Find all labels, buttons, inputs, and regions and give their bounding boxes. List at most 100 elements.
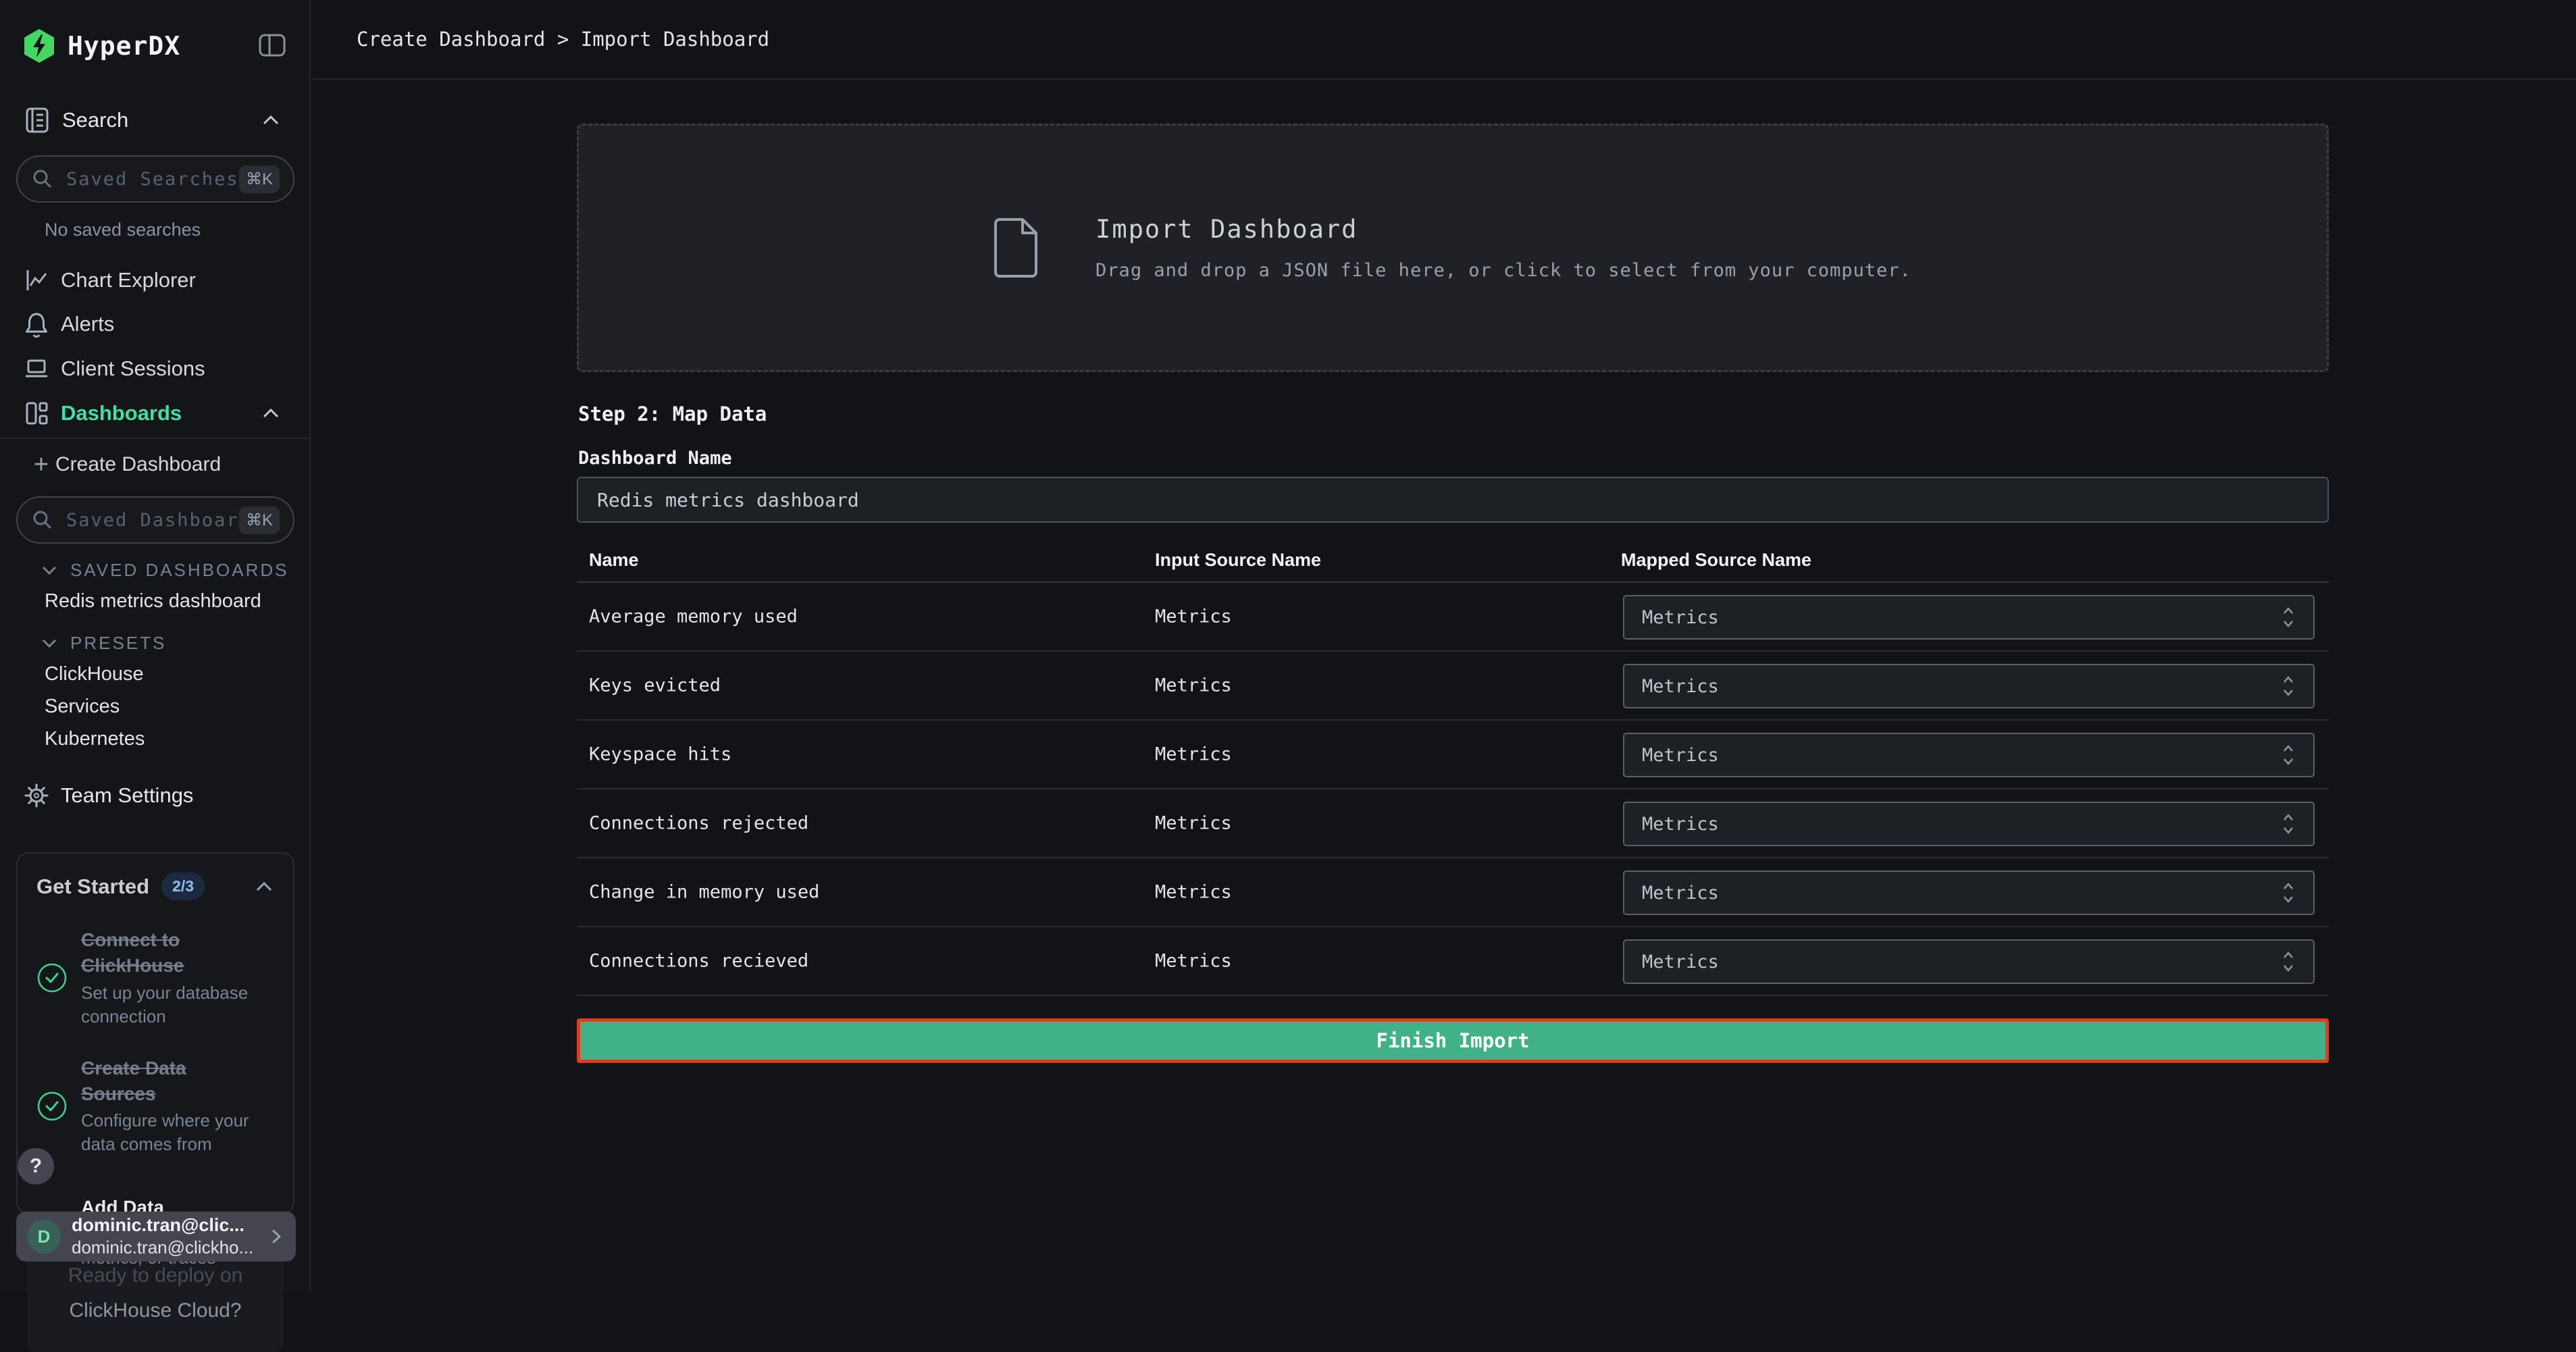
journal-icon	[23, 106, 51, 134]
dropzone-subtitle: Drag and drop a JSON file here, or click…	[1096, 260, 1911, 281]
select-chevrons-icon	[2281, 674, 2296, 698]
sidebar-item-chart-explorer[interactable]: Chart Explorer	[16, 260, 294, 301]
column-header-mapped-source: Mapped Source Name	[1621, 550, 1811, 571]
user-name: dominic.tran@clic...	[72, 1215, 253, 1236]
check-circle-icon	[36, 1091, 68, 1122]
nav-label: Dashboards	[61, 401, 182, 425]
bell-icon	[23, 311, 50, 338]
row-input-source: Metrics	[1155, 744, 1232, 765]
sidebar-collapse-icon[interactable]	[257, 30, 288, 61]
check-circle-icon	[36, 962, 68, 993]
row-name: Change in memory used	[589, 882, 819, 903]
sidebar: HyperDX Search Saved Searches ⌘K No save…	[0, 0, 311, 1293]
select-value: Metrics	[1642, 745, 1719, 766]
avatar: D	[27, 1220, 61, 1253]
get-started-step-sources[interactable]: Create Data Sources Configure where your…	[36, 1056, 274, 1157]
step-heading: Step 2: Map Data	[578, 402, 767, 425]
mapped-source-select[interactable]: Metrics	[1623, 870, 2315, 915]
saved-dashboards-input[interactable]: Saved Dashboards ⌘K	[16, 496, 294, 544]
step-title: Create Data Sources	[81, 1056, 262, 1107]
chevron-up-icon[interactable]	[254, 880, 274, 893]
table-row: Average memory used Metrics Metrics	[577, 583, 2329, 652]
nav-label: Chart Explorer	[61, 268, 196, 292]
group-label: PRESETS	[70, 633, 166, 654]
select-chevrons-icon	[2281, 812, 2296, 836]
row-name: Connections rejected	[589, 813, 808, 834]
select-chevrons-icon	[2281, 743, 2296, 767]
table-row: Keys evicted Metrics Metrics	[577, 652, 2329, 721]
saved-searches-placeholder: Saved Searches	[66, 169, 239, 190]
user-email: dominic.tran@clickho...	[72, 1237, 253, 1258]
presets-group-header[interactable]: PRESETS	[41, 628, 294, 658]
mapped-source-select[interactable]: Metrics	[1623, 733, 2315, 777]
select-value: Metrics	[1642, 676, 1719, 697]
create-dashboard-button[interactable]: + Create Dashboard	[27, 447, 294, 482]
no-saved-searches-text: No saved searches	[45, 219, 201, 240]
plus-icon: +	[27, 450, 55, 479]
app-title: HyperDX	[68, 31, 180, 61]
dropzone-title: Import Dashboard	[1096, 215, 1911, 244]
sidebar-item-alerts[interactable]: Alerts	[16, 304, 294, 344]
search-section-label: Search	[62, 108, 128, 132]
select-chevrons-icon	[2281, 605, 2296, 629]
row-input-source: Metrics	[1155, 675, 1232, 696]
group-label: SAVED DASHBOARDS	[70, 560, 288, 581]
promo-line2: ClickHouse Cloud?	[27, 1299, 284, 1322]
hyperdx-logo-icon	[23, 28, 55, 63]
preset-item-clickhouse[interactable]: ClickHouse	[45, 658, 288, 690]
table-row: Connections recieved Metrics Metrics	[577, 927, 2329, 996]
mapped-source-select[interactable]: Metrics	[1623, 595, 2315, 640]
row-input-source: Metrics	[1155, 951, 1232, 972]
column-header-input-source: Input Source Name	[1155, 550, 1321, 571]
table-row: Change in memory used Metrics Metrics	[577, 858, 2329, 927]
step-description: Set up your database connection	[81, 981, 262, 1029]
gear-icon	[23, 782, 50, 809]
saved-searches-input[interactable]: Saved Searches ⌘K	[16, 155, 294, 203]
chevron-up-icon[interactable]	[261, 113, 281, 127]
nav-label: Alerts	[61, 312, 114, 336]
sidebar-item-client-sessions[interactable]: Client Sessions	[16, 348, 294, 389]
select-value: Metrics	[1642, 952, 1719, 972]
dashboard-name-label: Dashboard Name	[578, 448, 732, 469]
team-settings-label: Team Settings	[61, 783, 193, 808]
chevron-right-icon	[267, 1225, 285, 1248]
table-row: Connections rejected Metrics Metrics	[577, 789, 2329, 858]
get-started-step-connect[interactable]: Connect to ClickHouse Set up your databa…	[36, 927, 274, 1029]
breadcrumb: Create Dashboard > Import Dashboard	[357, 28, 769, 51]
chevron-down-icon	[41, 564, 58, 576]
select-value: Metrics	[1642, 883, 1719, 904]
mapped-source-select[interactable]: Metrics	[1623, 939, 2315, 984]
chevron-up-icon[interactable]	[261, 407, 281, 420]
dashboard-name-input[interactable]	[577, 477, 2329, 523]
help-button[interactable]: ?	[18, 1148, 54, 1185]
saved-searches-shortcut: ⌘K	[239, 165, 280, 193]
step-title: Connect to ClickHouse	[81, 927, 262, 979]
preset-item-kubernetes[interactable]: Kubernetes	[45, 723, 288, 755]
get-started-title: Get Started	[36, 875, 149, 899]
sidebar-item-dashboards[interactable]: Dashboards	[16, 393, 294, 434]
row-input-source: Metrics	[1155, 813, 1232, 834]
table-row: Keyspace hits Metrics Metrics	[577, 721, 2329, 789]
get-started-panel: Get Started 2/3 Connect to ClickHouse Se…	[16, 852, 294, 1214]
row-name: Keyspace hits	[589, 744, 731, 765]
nav-label: Client Sessions	[61, 357, 205, 381]
sidebar-divider	[0, 438, 311, 439]
mapping-table: Name Input Source Name Mapped Source Nam…	[577, 544, 2329, 996]
user-account-button[interactable]: D dominic.tran@clic... dominic.tran@clic…	[16, 1212, 296, 1262]
mapped-source-select[interactable]: Metrics	[1623, 664, 2315, 708]
row-name: Connections recieved	[589, 951, 808, 972]
main-content: Import Dashboard Drag and drop a JSON fi…	[577, 80, 2329, 1293]
chart-line-icon	[23, 267, 50, 294]
get-started-header[interactable]: Get Started 2/3	[36, 873, 274, 900]
preset-item-services[interactable]: Services	[45, 690, 288, 723]
row-name: Average memory used	[589, 606, 798, 627]
sidebar-section-search[interactable]: Search	[23, 103, 288, 138]
saved-dashboard-item[interactable]: Redis metrics dashboard	[45, 585, 288, 617]
finish-import-button[interactable]: Finish Import	[577, 1018, 2329, 1063]
mapped-source-select[interactable]: Metrics	[1623, 802, 2315, 846]
saved-dashboards-group-header[interactable]: SAVED DASHBOARDS	[41, 555, 294, 585]
create-dashboard-label: Create Dashboard	[55, 453, 221, 476]
row-input-source: Metrics	[1155, 606, 1232, 627]
import-dropzone[interactable]: Import Dashboard Drag and drop a JSON fi…	[577, 124, 2329, 372]
sidebar-item-team-settings[interactable]: Team Settings	[23, 778, 288, 813]
